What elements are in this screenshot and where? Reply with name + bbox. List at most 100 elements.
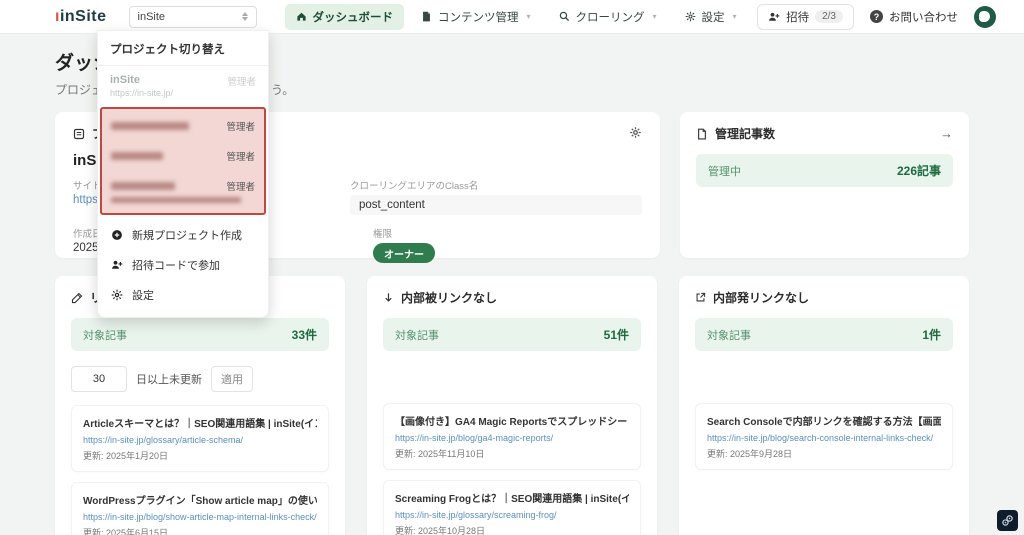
article-url-link[interactable]: https://in-site.jp/blog/ga4-magic-report… <box>395 433 553 443</box>
role-label: 権限 <box>373 229 393 240</box>
external-link-icon <box>696 292 706 302</box>
redacted-role: 管理者 <box>226 182 255 193</box>
no-backlinks-article-list: 【画像付き】GA4 Magic ReportsでスプレッドシートとGA4を自動…… <box>383 403 641 535</box>
article-item[interactable]: WordPressプラグイン「Show article map」の使い方を解説 … <box>71 482 329 535</box>
arrow-right-icon[interactable]: → <box>940 126 953 141</box>
search-icon <box>559 11 569 22</box>
project-settings-gear-icon[interactable] <box>629 126 642 142</box>
article-item[interactable]: Search Consoleで内部リンクを確認する方法【画面キャプチャで詳… h… <box>695 403 953 470</box>
edit-icon <box>71 292 83 303</box>
redacted-role: 管理者 <box>226 122 255 133</box>
target-label: 対象記事 <box>707 329 751 342</box>
arrow-down-icon <box>385 293 392 302</box>
chevron-down-icon: ▾ <box>526 12 531 21</box>
person-plus-icon <box>769 12 780 21</box>
nav-crawling[interactable]: クローリング ▾ <box>548 4 668 30</box>
target-count: 51件 <box>603 328 629 342</box>
question-icon: ? <box>870 10 883 23</box>
article-title: 【画像付き】GA4 Magic ReportsでスプレッドシートとGA4を自動… <box>395 417 629 428</box>
article-url-link[interactable]: https://in-site.jp/glossary/screaming-fr… <box>395 510 557 520</box>
app-logo[interactable]: ıinSite <box>55 8 107 26</box>
target-label: 対象記事 <box>83 329 127 342</box>
class-name-value: post_content <box>350 195 642 215</box>
article-count-title: 管理記事数 <box>715 127 776 141</box>
invite-button[interactable]: 招待 2/3 <box>757 3 854 30</box>
contact-button[interactable]: ? お問い合わせ <box>870 9 958 25</box>
current-project-url: https://in-site.jp/ <box>110 88 174 98</box>
rewrite-filter-row: 日以上未更新 適用 <box>71 366 329 392</box>
article-url-link[interactable]: https://in-site.jp/blog/search-console-i… <box>707 433 933 443</box>
no-outlinks-card: 内部発リンクなし 対象記事 1件 Search Consoleで内部リンクを確認… <box>679 276 969 535</box>
join-with-code-label: 招待コードで参加 <box>132 260 220 272</box>
nav-settings[interactable]: 設定 ▾ <box>674 4 748 30</box>
managed-count-bar: 管理中 226記事 <box>696 154 953 187</box>
article-title: Search Consoleで内部リンクを確認する方法【画面キャプチャで詳… <box>707 417 941 428</box>
nav-content[interactable]: コンテンツ管理 ▾ <box>410 4 542 30</box>
no-backlinks-title: 内部被リンクなし <box>401 291 498 305</box>
create-project-item[interactable]: 新規プロジェクト作成 <box>98 220 268 250</box>
project-select[interactable]: inSite <box>128 5 257 28</box>
dropdown-settings-label: 設定 <box>132 290 154 302</box>
target-count: 33件 <box>291 328 317 342</box>
article-updated: 更新: 2025年11月10日 <box>395 449 485 459</box>
managed-value: 226記事 <box>896 164 941 178</box>
redacted-role: 管理者 <box>226 152 255 163</box>
nav-content-label: コンテンツ管理 <box>438 11 519 24</box>
dropdown-title: プロジェクト切り替え <box>98 31 268 66</box>
redacted-name <box>111 182 175 190</box>
rewrite-count-bar: 対象記事 33件 <box>71 318 329 351</box>
invite-label: 招待 <box>786 11 810 24</box>
dropdown-current-project[interactable]: inSite https://in-site.jp/ 管理者 <box>98 66 268 107</box>
target-label: 対象記事 <box>395 329 439 342</box>
dropdown-settings-item[interactable]: 設定 <box>98 280 268 310</box>
document-icon <box>698 128 706 139</box>
current-project-name: inSite <box>110 74 140 86</box>
article-item[interactable]: 【画像付き】GA4 Magic ReportsでスプレッドシートとGA4を自動…… <box>383 403 641 470</box>
join-with-code-item[interactable]: 招待コードで参加 <box>98 250 268 280</box>
app-logo-text: inSite <box>59 7 107 25</box>
chevron-down-icon: ▾ <box>652 12 657 21</box>
article-updated: 更新: 2025年1月20日 <box>83 451 169 461</box>
target-count: 1件 <box>922 328 941 342</box>
no-backlinks-count-bar: 対象記事 51件 <box>383 318 641 351</box>
no-outlinks-title: 内部発リンクなし <box>713 291 810 305</box>
nav-dashboard-label: ダッシュボード <box>312 11 394 24</box>
owner-badge: オーナー <box>373 243 435 263</box>
class-name-label: クローリングエリアのClass名 <box>350 181 479 192</box>
redacted-projects-group: 管理者 管理者 管理者 <box>100 107 266 215</box>
browser-extension-icon[interactable] <box>997 510 1018 531</box>
redacted-project-item[interactable]: 管理者 <box>102 111 264 141</box>
no-outlinks-count-bar: 対象記事 1件 <box>695 318 953 351</box>
project-switch-dropdown: プロジェクト切り替え inSite https://in-site.jp/ 管理… <box>97 30 269 318</box>
days-label: 日以上未更新 <box>136 374 202 386</box>
nav-crawling-label: クローリング <box>575 11 645 24</box>
rewrite-article-list: Articleスキーマとは？｜SEO関連用語集 | inSite(インサイト) … <box>71 405 329 535</box>
redacted-url <box>111 197 241 203</box>
days-input[interactable] <box>71 366 127 392</box>
managed-label: 管理中 <box>708 165 741 178</box>
article-url-link[interactable]: https://in-site.jp/glossary/article-sche… <box>83 435 243 445</box>
article-item[interactable]: Articleスキーマとは？｜SEO関連用語集 | inSite(インサイト) … <box>71 405 329 472</box>
clipboard-icon <box>73 128 85 139</box>
article-title: WordPressプラグイン「Show article map」の使い方を解説 <box>83 496 317 507</box>
nav-settings-label: 設定 <box>701 11 725 24</box>
avatar[interactable] <box>974 5 996 28</box>
document-icon <box>423 11 430 22</box>
article-updated: 更新: 2025年10月28日 <box>395 526 486 535</box>
nav-dashboard[interactable]: ダッシュボード <box>284 3 405 30</box>
gear-icon <box>685 11 695 22</box>
redacted-name <box>111 152 163 160</box>
article-item[interactable]: Screaming Frogとは？｜SEO関連用語集 | inSite(インサイ… <box>383 480 641 535</box>
gear-icon <box>111 289 123 301</box>
article-url-link[interactable]: https://in-site.jp/blog/show-article-map… <box>83 512 317 522</box>
apply-button[interactable]: 適用 <box>211 366 253 392</box>
contact-label: お問い合わせ <box>889 11 958 24</box>
article-count-card: 管理記事数 → 管理中 226記事 <box>680 112 969 258</box>
select-chevrons-icon <box>241 12 248 21</box>
dropdown-actions: 新規プロジェクト作成 招待コードで参加 設定 <box>98 215 268 317</box>
article-updated: 更新: 2025年6月15日 <box>83 528 169 535</box>
redacted-project-item[interactable]: 管理者 <box>102 141 264 171</box>
header-right: 招待 2/3 ? お問い合わせ <box>757 3 996 30</box>
home-icon <box>296 12 306 21</box>
chevron-down-icon: ▾ <box>732 12 737 21</box>
